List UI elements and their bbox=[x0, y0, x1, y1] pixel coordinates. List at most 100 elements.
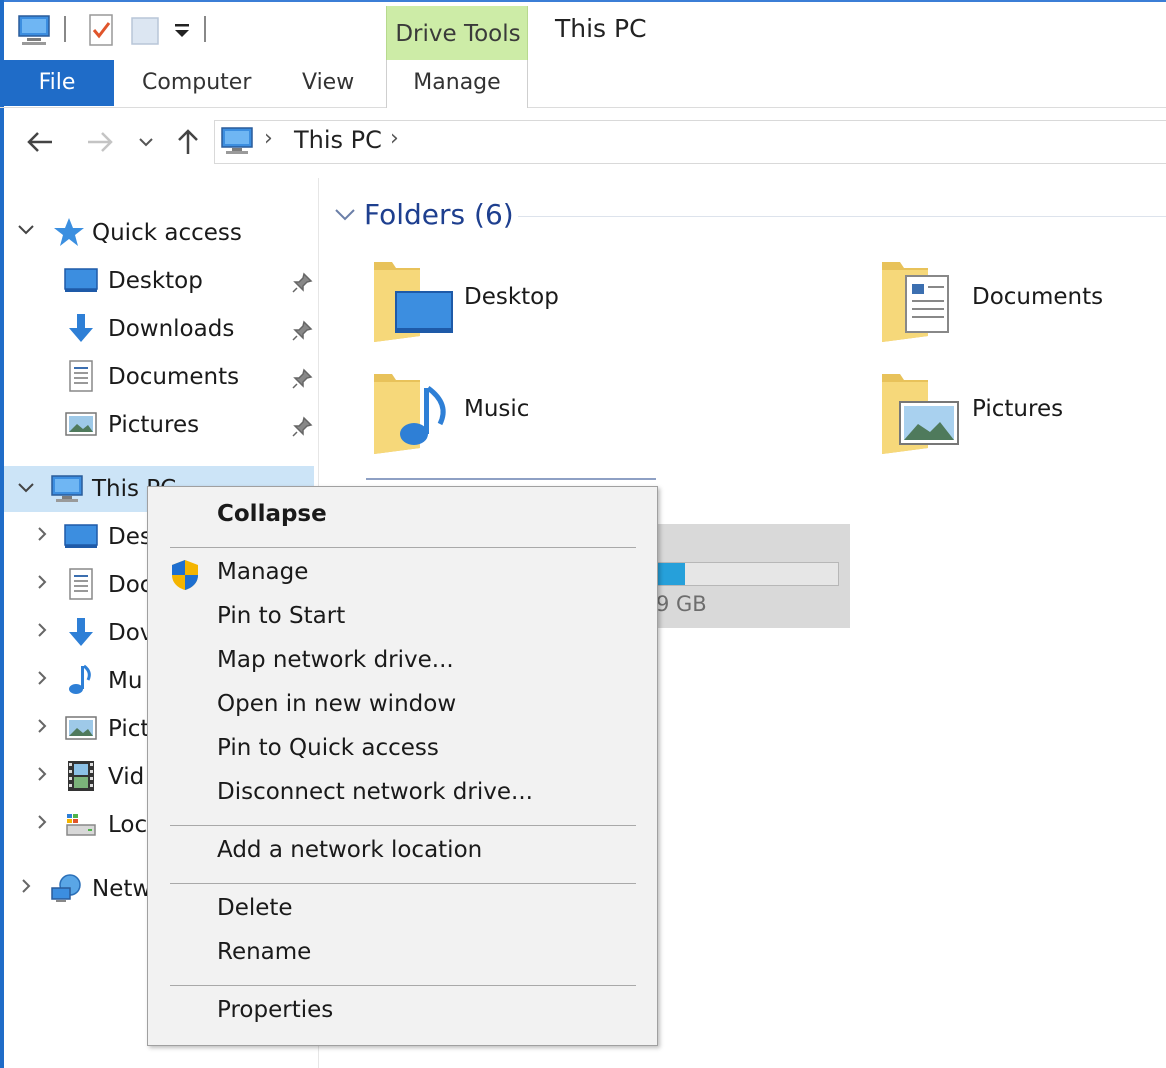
menu-item-pin-to-quick-access[interactable]: Pin to Quick access bbox=[148, 729, 657, 773]
new-folder-icon[interactable] bbox=[128, 12, 164, 48]
tree-item-label: Desktop bbox=[108, 268, 203, 294]
menu-item-label: Pin to Quick access bbox=[217, 735, 439, 761]
drive-tools-group: Drive Tools bbox=[386, 6, 528, 60]
chevron-right-icon[interactable] bbox=[18, 876, 34, 901]
chevron-right-icon[interactable] bbox=[34, 620, 50, 645]
music-folder-icon bbox=[370, 368, 460, 460]
folder-documents[interactable]: Documents bbox=[878, 256, 1166, 356]
menu-item-label: Disconnect network drive... bbox=[217, 779, 533, 805]
breadcrumb-separator[interactable]: › bbox=[264, 126, 273, 151]
chevron-right-icon[interactable] bbox=[34, 812, 50, 837]
chevron-down-icon bbox=[139, 138, 153, 147]
pin-icon[interactable] bbox=[291, 272, 313, 294]
group-collapse-chevron[interactable] bbox=[334, 206, 356, 228]
tree-item-label: Doc bbox=[108, 572, 153, 598]
menu-item-label: Add a network location bbox=[217, 837, 483, 863]
chevron-right-icon[interactable] bbox=[34, 524, 50, 549]
breadcrumb-this-pc[interactable]: This PC bbox=[294, 126, 382, 154]
documents-folder-icon bbox=[878, 256, 968, 348]
local-disk-icon bbox=[64, 808, 98, 840]
chevron-right-icon[interactable] bbox=[34, 572, 50, 597]
tree-item-pictures[interactable]: Pictures bbox=[4, 402, 314, 448]
tree-item-downloads[interactable]: Downloads bbox=[4, 306, 314, 352]
menu-item-properties[interactable]: Properties bbox=[148, 991, 657, 1035]
window-title: This PC bbox=[555, 14, 647, 43]
drive-usage-fill bbox=[656, 563, 686, 585]
menu-separator bbox=[170, 985, 636, 986]
menu-item-pin-to-start[interactable]: Pin to Start bbox=[148, 597, 657, 641]
folder-label: Desktop bbox=[464, 284, 559, 310]
tree-item-label: Downloads bbox=[108, 316, 235, 342]
tree-item-documents[interactable]: Documents bbox=[4, 354, 314, 400]
pin-icon[interactable] bbox=[291, 368, 313, 390]
tree-item-label: Loc bbox=[108, 812, 148, 838]
toolbar-separator bbox=[204, 16, 206, 42]
drive-tools-label: Drive Tools bbox=[395, 21, 521, 47]
menu-item-label: Collapse bbox=[217, 501, 327, 527]
documents-icon bbox=[64, 568, 98, 600]
pictures-icon bbox=[64, 712, 98, 744]
chevron-down-icon[interactable] bbox=[16, 478, 36, 503]
folder-desktop[interactable]: Desktop bbox=[370, 256, 770, 356]
menu-item-delete[interactable]: Delete bbox=[148, 889, 657, 933]
menu-item-open-in-new-window[interactable]: Open in new window bbox=[148, 685, 657, 729]
menu-item-manage[interactable]: Manage bbox=[148, 553, 657, 597]
menu-item-label: Pin to Start bbox=[217, 603, 346, 629]
tab-file[interactable]: File bbox=[0, 60, 114, 106]
folder-label: Pictures bbox=[972, 396, 1064, 422]
toolbar-separator bbox=[64, 16, 66, 42]
desktop-icon bbox=[64, 520, 98, 552]
menu-separator bbox=[170, 825, 636, 826]
folder-label: Documents bbox=[972, 284, 1104, 310]
folders-group-header[interactable]: Folders (6) bbox=[364, 198, 514, 231]
tab-view[interactable]: View bbox=[302, 60, 354, 106]
back-button[interactable] bbox=[20, 122, 60, 162]
drive-size-text: 9 GB bbox=[656, 592, 707, 616]
star-icon bbox=[52, 216, 86, 248]
menu-item-rename[interactable]: Rename bbox=[148, 933, 657, 977]
recent-locations-button[interactable] bbox=[128, 122, 164, 162]
chevron-down-icon[interactable] bbox=[16, 220, 36, 245]
tree-item-label: Pictures bbox=[108, 412, 200, 438]
tab-manage[interactable]: Manage bbox=[386, 60, 528, 108]
menu-item-disconnect-network-drive[interactable]: Disconnect network drive... bbox=[148, 773, 657, 817]
menu-item-label: Open in new window bbox=[217, 691, 457, 717]
tree-item-label: Des bbox=[108, 524, 152, 550]
pin-icon[interactable] bbox=[291, 416, 313, 438]
tree-item-desktop[interactable]: Desktop bbox=[4, 258, 314, 304]
drive-usage-bar bbox=[655, 562, 839, 586]
tree-item-quick-access[interactable]: Quick access bbox=[4, 210, 314, 256]
menu-item-label: Delete bbox=[217, 895, 293, 921]
desktop-icon bbox=[64, 264, 98, 296]
customize-dropdown-icon[interactable] bbox=[166, 12, 202, 48]
tab-computer[interactable]: Computer bbox=[142, 60, 251, 106]
menu-item-collapse[interactable]: Collapse bbox=[148, 495, 657, 539]
chevron-right-icon[interactable] bbox=[34, 668, 50, 693]
group-divider bbox=[518, 216, 1166, 217]
forward-button[interactable] bbox=[80, 122, 120, 162]
computer-icon bbox=[50, 473, 84, 505]
computer-icon[interactable] bbox=[16, 12, 52, 48]
pictures-icon bbox=[64, 408, 98, 440]
documents-icon bbox=[64, 360, 98, 392]
menu-item-map-network-drive[interactable]: Map network drive... bbox=[148, 641, 657, 685]
up-button[interactable] bbox=[168, 122, 208, 162]
network-label: Netw bbox=[92, 876, 152, 902]
network-icon bbox=[50, 872, 84, 904]
pin-icon[interactable] bbox=[291, 320, 313, 342]
folder-pictures[interactable]: Pictures bbox=[878, 368, 1166, 468]
this-pc-icon bbox=[220, 126, 254, 160]
chevron-right-icon[interactable] bbox=[34, 764, 50, 789]
menu-item-add-network-location[interactable]: Add a network location bbox=[148, 831, 657, 875]
chevron-right-icon[interactable] bbox=[34, 716, 50, 741]
downloads-icon bbox=[64, 616, 98, 648]
desktop-folder-icon bbox=[370, 256, 460, 348]
menu-item-label: Rename bbox=[217, 939, 312, 965]
tree-item-label: Vid bbox=[108, 764, 145, 790]
chevron-down-icon bbox=[335, 209, 355, 221]
quick-access-label: Quick access bbox=[92, 220, 242, 246]
properties-icon[interactable] bbox=[84, 12, 120, 48]
breadcrumb-separator[interactable]: › bbox=[390, 126, 399, 151]
folder-music[interactable]: Music bbox=[370, 368, 770, 468]
menu-separator bbox=[170, 547, 636, 548]
